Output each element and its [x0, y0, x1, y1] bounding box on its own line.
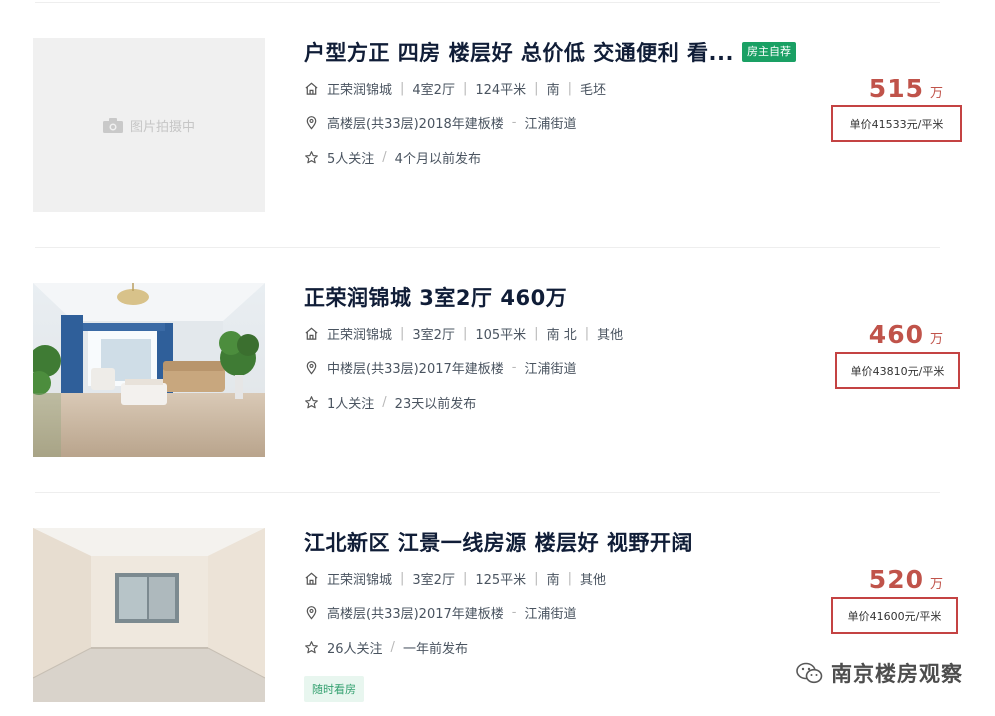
location-pin-icon — [306, 361, 317, 375]
listing-title[interactable]: 正荣润锦城 3室2厅 460万 — [304, 282, 567, 312]
listing-photo[interactable] — [33, 283, 265, 457]
placeholder-text: 图片拍摄中 — [129, 119, 195, 135]
star-icon — [305, 151, 318, 164]
listing-card: 图片拍摄中 户型方正 四房 楼层好 总价低 交通便利 看... 房主自荐 正荣润… — [0, 0, 995, 248]
district-link[interactable]: 江浦街道 — [524, 113, 576, 132]
house-info: 正荣润锦城 | 3室2厅 | 105平米 | 南 北 | 其他 — [304, 324, 623, 343]
unit-price-box: 单价41600元/平米 — [831, 597, 958, 634]
house-icon — [305, 82, 318, 95]
community-link[interactable]: 正荣润锦城 — [327, 324, 392, 343]
total-price: 460 万 — [868, 320, 943, 349]
owner-recommend-badge: 房主自荐 — [742, 42, 796, 62]
listing-card: 正荣润锦城 3室2厅 460万 正荣润锦城 | 3室2厅 | 105平米 | 南… — [0, 248, 995, 492]
district-link[interactable]: 江浦街道 — [524, 358, 576, 377]
floor-info: 高楼层(共33层)2017年建板楼 - 江浦街道 — [304, 603, 577, 622]
watermark-text: 南京楼房观察 — [831, 662, 963, 686]
unit-price-box: 单价43810元/平米 — [835, 352, 960, 389]
total-price: 515 万 — [868, 74, 943, 103]
house-info: 正荣润锦城 | 3室2厅 | 125平米 | 南 | 其他 — [304, 569, 606, 588]
floor-info: 高楼层(共33层)2018年建板楼 - 江浦街道 — [304, 113, 577, 132]
listing-photo[interactable] — [33, 528, 265, 702]
star-icon — [305, 396, 318, 409]
location-pin-icon — [306, 606, 317, 620]
camera-icon — [102, 117, 123, 133]
wechat-icon — [796, 662, 823, 683]
community-link[interactable]: 正荣润锦城 — [327, 569, 392, 588]
follow-info: 5人关注 / 4个月以前发布 — [304, 148, 481, 167]
follow-info: 1人关注 / 23天以前发布 — [304, 393, 476, 412]
living-room-photo — [33, 283, 265, 457]
house-info: 正荣润锦城 | 4室2厅 | 124平米 | 南 | 毛坯 — [304, 79, 606, 98]
listing-title[interactable]: 江北新区 江景一线房源 楼层好 视野开阔 — [304, 527, 693, 557]
house-icon — [305, 327, 318, 340]
floor-info: 中楼层(共33层)2017年建板楼 - 江浦街道 — [304, 358, 577, 377]
title-row: 江北新区 江景一线房源 楼层好 视野开阔 — [304, 527, 693, 557]
viewing-anytime-tag: 随时看房 — [304, 676, 364, 702]
location-pin-icon — [306, 116, 317, 130]
district-link[interactable]: 江浦街道 — [524, 603, 576, 622]
listing-photo-placeholder[interactable]: 图片拍摄中 — [33, 38, 265, 212]
empty-room-photo — [33, 528, 265, 702]
wechat-watermark: 南京楼房观察 — [796, 658, 963, 688]
follow-info: 26人关注 / 一年前发布 — [304, 638, 468, 657]
unit-price-box: 单价41533元/平米 — [831, 105, 962, 142]
house-icon — [305, 572, 318, 585]
listing-title[interactable]: 户型方正 四房 楼层好 总价低 交通便利 看... — [304, 37, 734, 67]
total-price: 520 万 — [868, 565, 943, 594]
star-icon — [305, 641, 318, 654]
title-row: 正荣润锦城 3室2厅 460万 — [304, 282, 567, 312]
title-row: 户型方正 四房 楼层好 总价低 交通便利 看... 房主自荐 — [304, 37, 796, 67]
community-link[interactable]: 正荣润锦城 — [327, 79, 392, 98]
